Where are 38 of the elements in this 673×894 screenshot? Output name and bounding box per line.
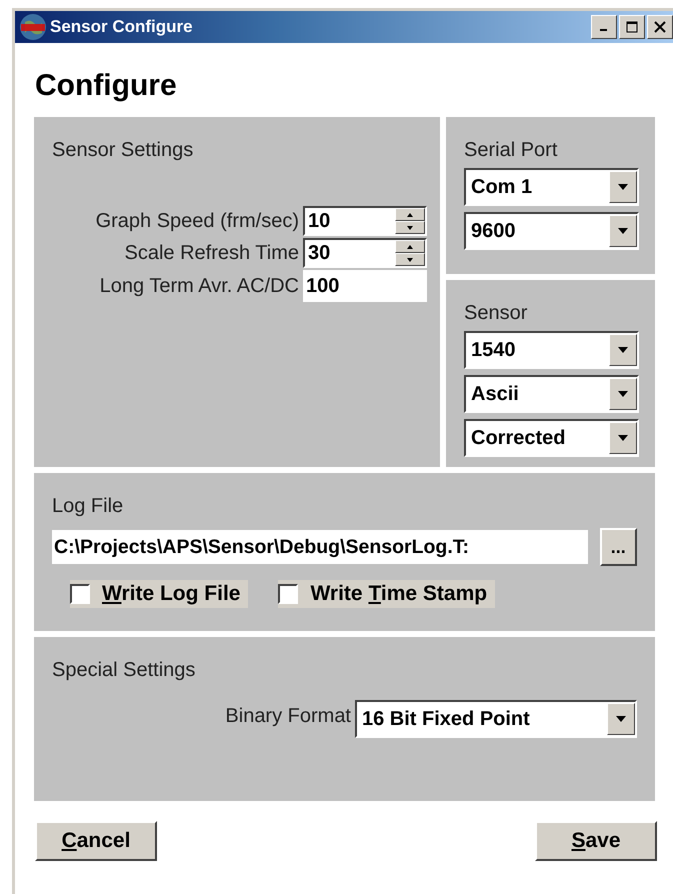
page-heading: Configure	[35, 69, 178, 103]
dropdown-arrow-icon	[618, 435, 628, 441]
dropdown-arrow-icon	[618, 184, 628, 190]
input-field[interactable]: C:\Projects\APS\Sensor\Debug\SensorLog.T:	[52, 530, 588, 564]
field-label: Graph Speed (frm/sec)	[96, 210, 299, 232]
dropdown[interactable]: Com 1	[464, 168, 639, 206]
spinner-field[interactable]: 30	[303, 238, 427, 268]
checkbox[interactable]: Write Time Stamp	[278, 580, 496, 608]
panel-title: Sensor	[464, 302, 528, 325]
globe-logo-icon	[19, 13, 47, 41]
field-label: Long Term Avr. AC/DC	[100, 274, 299, 298]
spinner-arrows-icon[interactable]	[395, 208, 425, 234]
dropdown[interactable]: 1540	[464, 331, 639, 369]
maximize-icon[interactable]	[619, 15, 645, 39]
panel-title: Sensor Settings	[52, 139, 194, 162]
window-title: Sensor Configure	[50, 17, 194, 37]
panel-title: Serial Port	[464, 139, 558, 162]
panel-title: Special Settings	[52, 659, 196, 682]
spinner-arrows-icon[interactable]	[395, 240, 425, 266]
close-icon[interactable]	[647, 15, 673, 39]
dropdown[interactable]: 9600	[464, 212, 639, 250]
dropdown[interactable]: Corrected	[464, 419, 639, 457]
dropdown-arrow-icon	[616, 716, 626, 722]
field-label: Scale Refresh Time	[124, 242, 299, 264]
field-label: Binary Format	[225, 704, 351, 728]
browse-button[interactable]: ...	[600, 528, 637, 566]
input-field[interactable]: 100	[303, 270, 427, 302]
dialog-button[interactable]: Save	[535, 821, 657, 861]
minimize-icon[interactable]	[591, 15, 617, 39]
dropdown-arrow-icon	[618, 347, 628, 353]
checkbox[interactable]: Write Log File	[70, 580, 248, 608]
dropdown[interactable]: Ascii	[464, 375, 639, 413]
panel-title: Log File	[52, 495, 124, 518]
dialog-button[interactable]: Cancel	[35, 821, 157, 861]
spinner-field[interactable]: 10	[303, 206, 427, 236]
dropdown-arrow-icon	[618, 228, 628, 234]
dropdown-arrow-icon	[618, 391, 628, 397]
dropdown[interactable]: 16 Bit Fixed Point	[355, 700, 637, 738]
